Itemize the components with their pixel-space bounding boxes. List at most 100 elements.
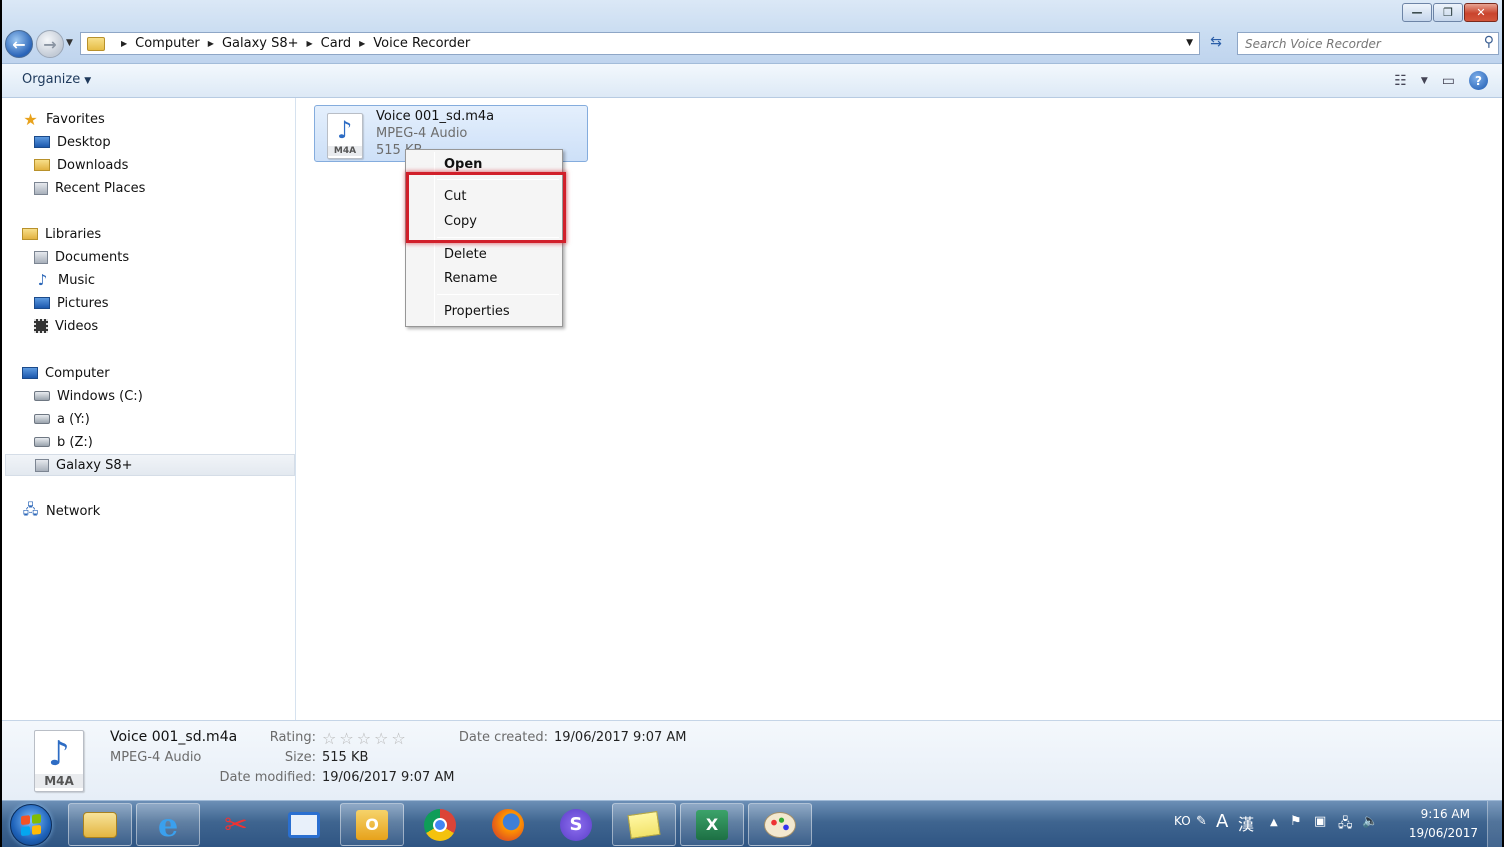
search-input[interactable]: [1238, 33, 1468, 54]
network-status-icon[interactable]: 🖧: [1338, 814, 1353, 836]
ime-hanja-mode[interactable]: 漢: [1238, 811, 1254, 835]
sidebar-item-documents[interactable]: Documents: [34, 246, 129, 268]
taskbar-internet-explorer[interactable]: e: [136, 803, 200, 846]
sidebar-item-recent-places[interactable]: Recent Places: [34, 177, 145, 199]
ime-tool-icon[interactable]: ✎: [1196, 814, 1207, 829]
downloads-folder-icon: [34, 159, 50, 171]
taskbar-snipping-tool[interactable]: ✂: [204, 803, 268, 846]
sidebar-item-desktop[interactable]: Desktop: [34, 131, 111, 153]
taskbar-sticky-notes[interactable]: [612, 803, 676, 846]
star-outline-icon[interactable]: ☆: [374, 729, 388, 748]
menu-item-properties[interactable]: Properties: [444, 301, 510, 323]
sidebar-label: Pictures: [57, 295, 109, 311]
scissors-icon: ✂: [224, 808, 248, 841]
chevron-down-icon[interactable]: ▼: [1421, 76, 1428, 86]
sidebar-computer[interactable]: Computer: [22, 362, 110, 384]
search-icon[interactable]: ⚲: [1484, 34, 1494, 50]
chevron-down-icon[interactable]: ▼: [1186, 38, 1193, 48]
menu-item-rename[interactable]: Rename: [444, 268, 497, 290]
taskbar-outlook[interactable]: O: [340, 803, 404, 846]
menu-item-delete[interactable]: Delete: [444, 244, 487, 266]
sidebar-item-pictures[interactable]: Pictures: [34, 292, 108, 314]
videos-icon: [34, 319, 48, 333]
breadcrumb-galaxy[interactable]: Galaxy S8+: [222, 36, 299, 51]
navigation-pane: ★ Favorites Desktop Downloads Recent Plac…: [2, 98, 296, 720]
forward-button[interactable]: →: [36, 30, 64, 58]
recent-pages-dropdown[interactable]: ▼: [66, 38, 73, 48]
documents-icon: [34, 250, 48, 264]
details-file-type: MPEG-4 Audio: [110, 750, 202, 765]
size-value: 515 KB: [322, 750, 369, 765]
help-icon[interactable]: ?: [1469, 71, 1488, 90]
date-created-label: Date created:: [458, 730, 548, 745]
sidebar-libraries[interactable]: Libraries: [22, 223, 101, 245]
sidebar-item-drive-z[interactable]: b (Z:): [34, 431, 93, 453]
menu-separator: [437, 294, 559, 295]
clock-date[interactable]: 19/06/2017: [1409, 826, 1478, 840]
sidebar-label: a (Y:): [57, 411, 90, 427]
taskbar-chat-app[interactable]: [272, 803, 336, 846]
chevron-right-icon[interactable]: ▶: [359, 39, 365, 48]
close-button[interactable]: ✕: [1464, 3, 1498, 22]
sidebar-item-videos[interactable]: Videos: [34, 315, 98, 337]
taskbar-paint[interactable]: [748, 803, 812, 846]
back-button[interactable]: ←: [5, 30, 33, 58]
sidebar-label: Favorites: [46, 111, 105, 127]
star-outline-icon[interactable]: ☆: [339, 729, 353, 748]
sidebar-label: Music: [58, 272, 95, 288]
star-outline-icon[interactable]: ☆: [391, 729, 405, 748]
sidebar-item-music[interactable]: ♪ Music: [34, 269, 95, 291]
star-outline-icon[interactable]: ☆: [322, 729, 336, 748]
start-button[interactable]: [10, 804, 52, 846]
sidebar-item-drive-y[interactable]: a (Y:): [34, 408, 90, 430]
sidebar-label: b (Z:): [57, 434, 93, 450]
clock-time[interactable]: 9:16 AM: [1421, 807, 1470, 821]
file-type: MPEG-4 Audio: [376, 126, 468, 141]
device-icon[interactable]: ▣: [1314, 814, 1326, 829]
sidebar-label: Desktop: [57, 134, 111, 150]
breadcrumb-voice-recorder[interactable]: Voice Recorder: [373, 36, 470, 51]
address-bar[interactable]: ▶ Computer ▶ Galaxy S8+ ▶ Card ▶ Voice R…: [80, 32, 1200, 55]
outlook-icon: O: [356, 809, 388, 840]
taskbar-firefox[interactable]: [476, 803, 540, 846]
star-outline-icon[interactable]: ☆: [357, 729, 371, 748]
restore-button[interactable]: ❐: [1433, 3, 1463, 22]
breadcrumb-card[interactable]: Card: [321, 36, 351, 51]
sidebar-network[interactable]: 🖧 Network: [22, 500, 101, 522]
volume-icon[interactable]: 🔈: [1362, 814, 1378, 829]
rating-stars[interactable]: ☆ ☆ ☆ ☆ ☆: [322, 729, 406, 748]
chevron-right-icon[interactable]: ▶: [121, 39, 127, 48]
sidebar-item-windows-c[interactable]: Windows (C:): [34, 385, 143, 407]
command-bar: Organize ▼ ☷ ▼ ▭ ?: [2, 64, 1502, 98]
sidebar-item-galaxy-s8[interactable]: Galaxy S8+: [5, 454, 295, 476]
ime-language-indicator[interactable]: KO: [1174, 814, 1191, 828]
taskbar-sync-app[interactable]: S: [544, 803, 608, 846]
show-hidden-icons-icon[interactable]: ▲: [1270, 817, 1278, 828]
taskbar: e ✂ O S X KO ✎ A 漢 ▲ ⚑ ▣ 🖧 🔈 9:16 AM 19/…: [2, 800, 1502, 847]
show-desktop-button[interactable]: [1487, 801, 1502, 847]
breadcrumb-computer[interactable]: Computer: [135, 36, 200, 51]
title-bar: — ❐ ✕ ← → ▼ ▶ Computer ▶ Galaxy S8+ ▶ Ca…: [2, 0, 1502, 64]
chevron-right-icon[interactable]: ▶: [208, 39, 214, 48]
organize-button[interactable]: Organize ▼: [22, 72, 91, 87]
music-note-icon: ♪: [48, 734, 70, 774]
minimize-button[interactable]: —: [1402, 3, 1432, 22]
sidebar-label: Recent Places: [55, 180, 146, 196]
audio-file-icon: ♪ M4A: [327, 113, 363, 159]
phone-device-icon: [35, 458, 49, 472]
taskbar-explorer[interactable]: [68, 803, 132, 846]
preview-pane-icon[interactable]: ▭: [1442, 73, 1455, 89]
search-box[interactable]: ⚲: [1237, 32, 1499, 55]
chevron-right-icon[interactable]: ▶: [307, 39, 313, 48]
refresh-button[interactable]: ⇆: [1205, 34, 1227, 54]
ime-input-mode[interactable]: A: [1216, 811, 1228, 832]
change-view-icon[interactable]: ☷: [1394, 73, 1407, 89]
taskbar-excel[interactable]: X: [680, 803, 744, 846]
sidebar-item-downloads[interactable]: Downloads: [34, 154, 128, 176]
music-icon: ♪: [37, 271, 48, 289]
explorer-folder-icon: [83, 811, 117, 838]
taskbar-chrome[interactable]: [408, 803, 472, 846]
view-controls: ☷ ▼ ▭ ?: [1394, 71, 1488, 90]
action-center-flag-icon[interactable]: ⚑: [1290, 814, 1302, 829]
sidebar-favorites[interactable]: ★ Favorites: [22, 108, 105, 130]
